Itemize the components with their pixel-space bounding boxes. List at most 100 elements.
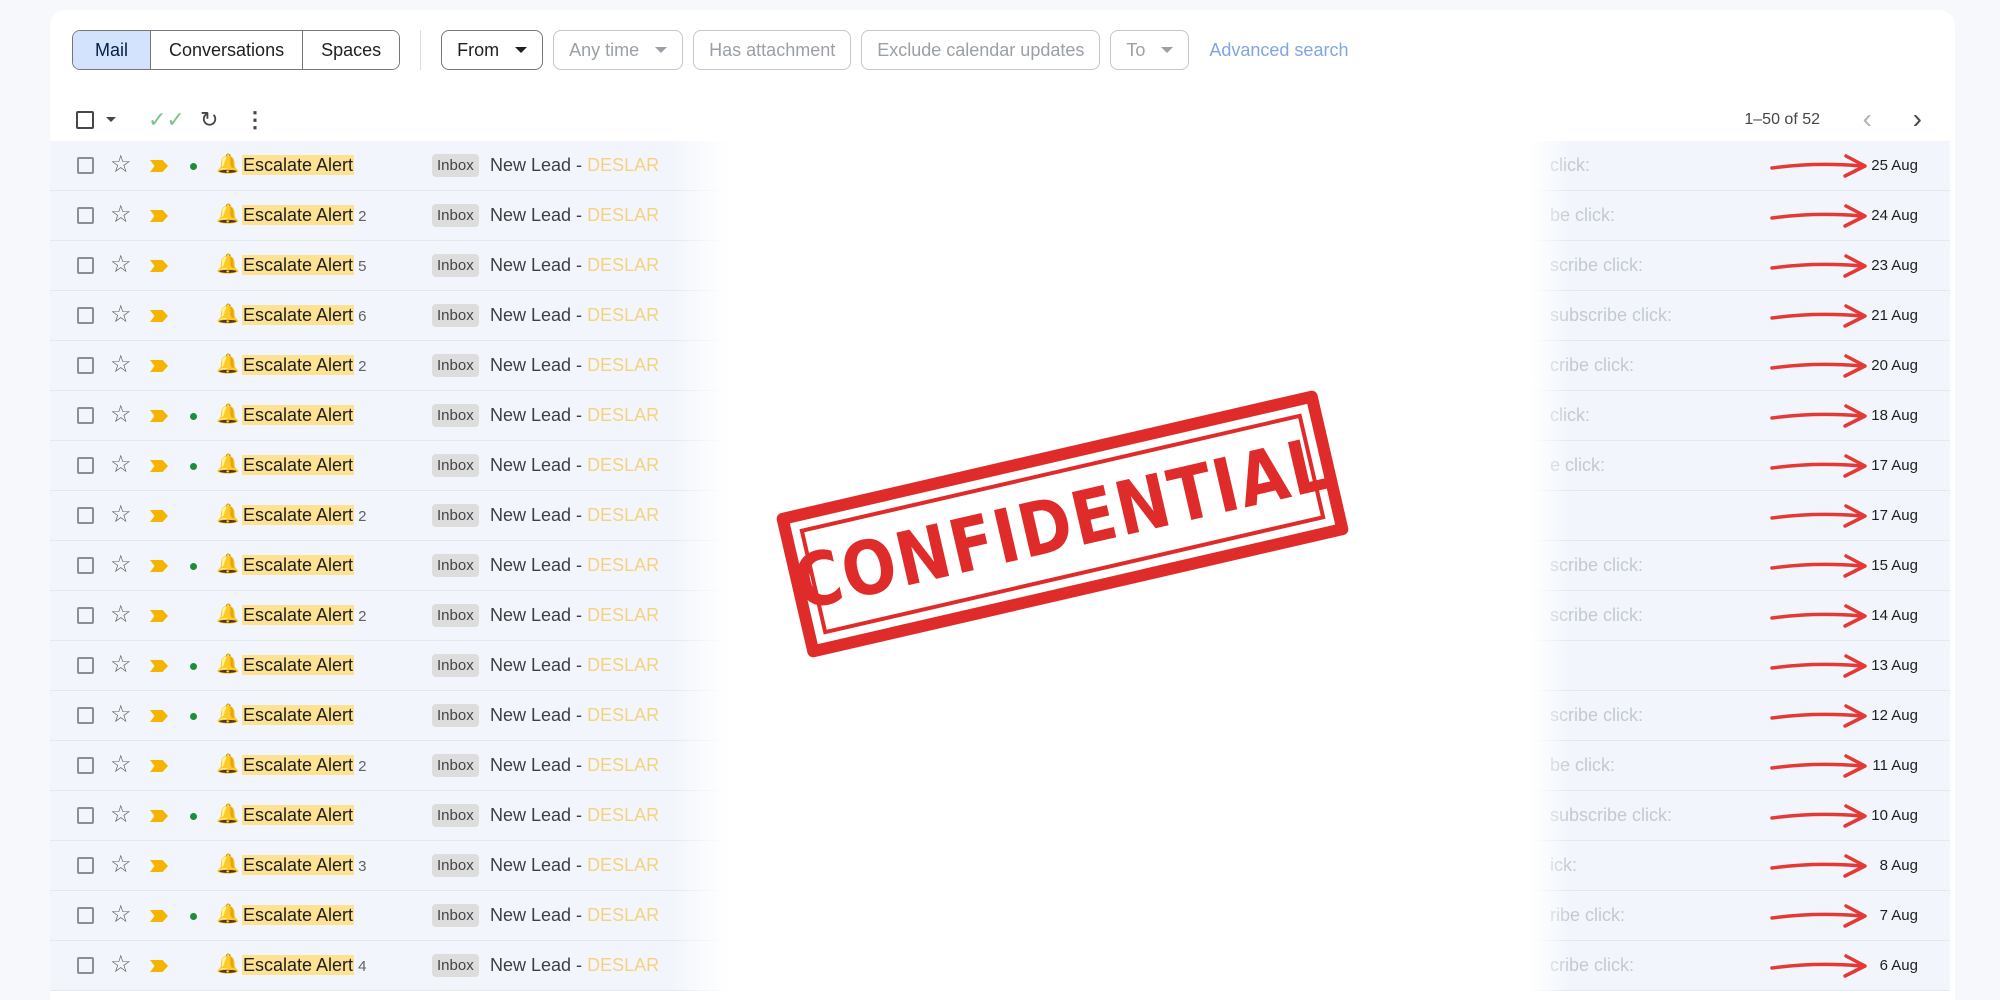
- row-checkbox[interactable]: [77, 557, 94, 574]
- message-row[interactable]: ☆ 🔔 Escalate Alert 2 Inbox New Lead - DESLAR c…: [50, 341, 1950, 391]
- star-icon[interactable]: ☆: [110, 302, 132, 328]
- subject-prefix: New Lead -: [490, 705, 588, 725]
- row-checkbox[interactable]: [77, 857, 94, 874]
- star-icon[interactable]: ☆: [110, 652, 132, 678]
- star-icon[interactable]: ☆: [110, 602, 132, 628]
- star-icon[interactable]: ☆: [110, 502, 132, 528]
- red-arrow-annotation: [1770, 704, 1867, 728]
- row-checkbox[interactable]: [77, 207, 94, 224]
- subject-brand: DESLAR: [587, 205, 660, 225]
- row-checkbox[interactable]: [77, 357, 94, 374]
- row-checkbox[interactable]: [77, 957, 94, 974]
- importance-marker-icon[interactable]: [150, 160, 168, 172]
- has-attachment-filter-chip[interactable]: Has attachment: [693, 30, 852, 70]
- mark-all-read-icon[interactable]: ✓✓: [148, 106, 185, 134]
- more-options-icon[interactable]: ⋮: [244, 106, 266, 134]
- row-checkbox[interactable]: [77, 257, 94, 274]
- star-icon[interactable]: ☆: [110, 452, 132, 478]
- importance-marker-icon[interactable]: [150, 810, 168, 822]
- message-subject: New Lead - DESLAR: [490, 605, 659, 626]
- sender-name: Escalate Alert: [242, 405, 358, 426]
- importance-marker-icon[interactable]: [150, 610, 168, 622]
- star-icon[interactable]: ☆: [110, 952, 132, 978]
- scope-spaces-button[interactable]: Spaces: [303, 31, 400, 69]
- importance-marker-icon[interactable]: [150, 260, 168, 272]
- sender-name: Escalate Alert 4: [242, 955, 366, 976]
- importance-marker-icon[interactable]: [150, 960, 168, 972]
- message-subject: New Lead - DESLAR: [490, 555, 659, 576]
- sender-name: Escalate Alert 2: [242, 505, 366, 526]
- star-icon[interactable]: ☆: [110, 752, 132, 778]
- importance-marker-icon[interactable]: [150, 510, 168, 522]
- row-checkbox[interactable]: [77, 457, 94, 474]
- sender-highlight: Escalate Alert: [242, 955, 355, 975]
- star-icon[interactable]: ☆: [110, 352, 132, 378]
- star-icon[interactable]: ☆: [110, 152, 132, 178]
- star-icon[interactable]: ☆: [110, 402, 132, 428]
- importance-marker-icon[interactable]: [150, 760, 168, 772]
- row-checkbox[interactable]: [77, 407, 94, 424]
- importance-marker-icon[interactable]: [150, 860, 168, 872]
- exclude-calendar-filter-chip[interactable]: Exclude calendar updates: [861, 30, 1101, 70]
- message-row[interactable]: ☆ 🔔 Escalate Alert Inbox New Lead - DESLAR su…: [50, 791, 1950, 841]
- message-row[interactable]: ☆ 🔔 Escalate Alert 2 Inbox New Lead - DESLAR b…: [50, 191, 1950, 241]
- row-checkbox[interactable]: [77, 157, 94, 174]
- scope-conversations-button[interactable]: Conversations: [151, 31, 304, 69]
- importance-marker-icon[interactable]: [150, 410, 168, 422]
- snippet-tail: be click:: [1550, 205, 1616, 225]
- importance-marker-icon[interactable]: [150, 210, 168, 222]
- star-icon[interactable]: ☆: [110, 902, 132, 928]
- next-page-icon[interactable]: ›: [1913, 104, 1922, 134]
- subject-brand: DESLAR: [587, 805, 660, 825]
- message-row[interactable]: ☆ 🔔 Escalate Alert Inbox New Lead - DESLAR 13…: [50, 641, 1950, 691]
- any-time-filter-chip[interactable]: Any time: [553, 30, 684, 70]
- message-row[interactable]: ☆ 🔔 Escalate Alert 4 Inbox New Lead - DESLAR c…: [50, 941, 1950, 991]
- star-icon[interactable]: ☆: [110, 252, 132, 278]
- red-arrow-annotation: [1770, 354, 1867, 378]
- message-row[interactable]: ☆ 🔔 Escalate Alert 3 Inbox New Lead - DESLAR i…: [50, 841, 1950, 891]
- list-toolbar: ✓✓ ↻ ⋮ 1–50 of 52 ‹ ›: [72, 100, 1942, 140]
- row-checkbox[interactable]: [77, 807, 94, 824]
- importance-marker-icon[interactable]: [150, 360, 168, 372]
- from-filter-chip[interactable]: From: [441, 30, 544, 70]
- snippet-tail: scribe click:: [1550, 605, 1644, 625]
- row-checkbox[interactable]: [77, 607, 94, 624]
- pagination-count: 1–50 of 52: [1744, 111, 1820, 128]
- row-checkbox[interactable]: [77, 907, 94, 924]
- prev-page-icon[interactable]: ‹: [1863, 104, 1872, 134]
- sender-name: Escalate Alert 2: [242, 755, 366, 776]
- message-row[interactable]: ☆ 🔔 Escalate Alert Inbox New Lead - DESLAR cl…: [50, 141, 1950, 191]
- message-date: 17 Aug: [1871, 507, 1918, 524]
- unread-dot: [190, 413, 197, 420]
- star-icon[interactable]: ☆: [110, 802, 132, 828]
- message-row[interactable]: ☆ 🔔 Escalate Alert Inbox New Lead - DESLAR sc…: [50, 691, 1950, 741]
- importance-marker-icon[interactable]: [150, 460, 168, 472]
- message-row[interactable]: ☆ 🔔 Escalate Alert Inbox New Lead - DESLAR ri…: [50, 891, 1950, 941]
- star-icon[interactable]: ☆: [110, 202, 132, 228]
- message-row[interactable]: ☆ 🔔 Escalate Alert Inbox New Lead - DESLAR cl…: [50, 391, 1950, 441]
- message-row[interactable]: ☆ 🔔 Escalate Alert 5 Inbox New Lead - DESLAR s…: [50, 241, 1950, 291]
- select-menu-caret-icon[interactable]: [106, 117, 116, 122]
- star-icon[interactable]: ☆: [110, 702, 132, 728]
- row-checkbox[interactable]: [77, 307, 94, 324]
- importance-marker-icon[interactable]: [150, 710, 168, 722]
- message-row[interactable]: ☆ 🔔 Escalate Alert 6 Inbox New Lead - DESLAR s…: [50, 291, 1950, 341]
- importance-marker-icon[interactable]: [150, 910, 168, 922]
- scope-mail-button[interactable]: Mail: [73, 31, 152, 69]
- message-subject: New Lead - DESLAR: [490, 755, 659, 776]
- row-checkbox[interactable]: [77, 757, 94, 774]
- star-icon[interactable]: ☆: [110, 852, 132, 878]
- message-row[interactable]: ☆ 🔔 Escalate Alert 2 Inbox New Lead - DESLAR b…: [50, 741, 1950, 791]
- row-checkbox[interactable]: [77, 657, 94, 674]
- row-checkbox[interactable]: [77, 507, 94, 524]
- select-all-checkbox[interactable]: [76, 111, 94, 129]
- advanced-search-link[interactable]: Advanced search: [1209, 40, 1348, 61]
- subject-prefix: New Lead -: [490, 805, 588, 825]
- refresh-icon[interactable]: ↻: [200, 106, 218, 134]
- to-filter-chip[interactable]: To: [1110, 30, 1190, 70]
- importance-marker-icon[interactable]: [150, 660, 168, 672]
- importance-marker-icon[interactable]: [150, 560, 168, 572]
- star-icon[interactable]: ☆: [110, 552, 132, 578]
- row-checkbox[interactable]: [77, 707, 94, 724]
- importance-marker-icon[interactable]: [150, 310, 168, 322]
